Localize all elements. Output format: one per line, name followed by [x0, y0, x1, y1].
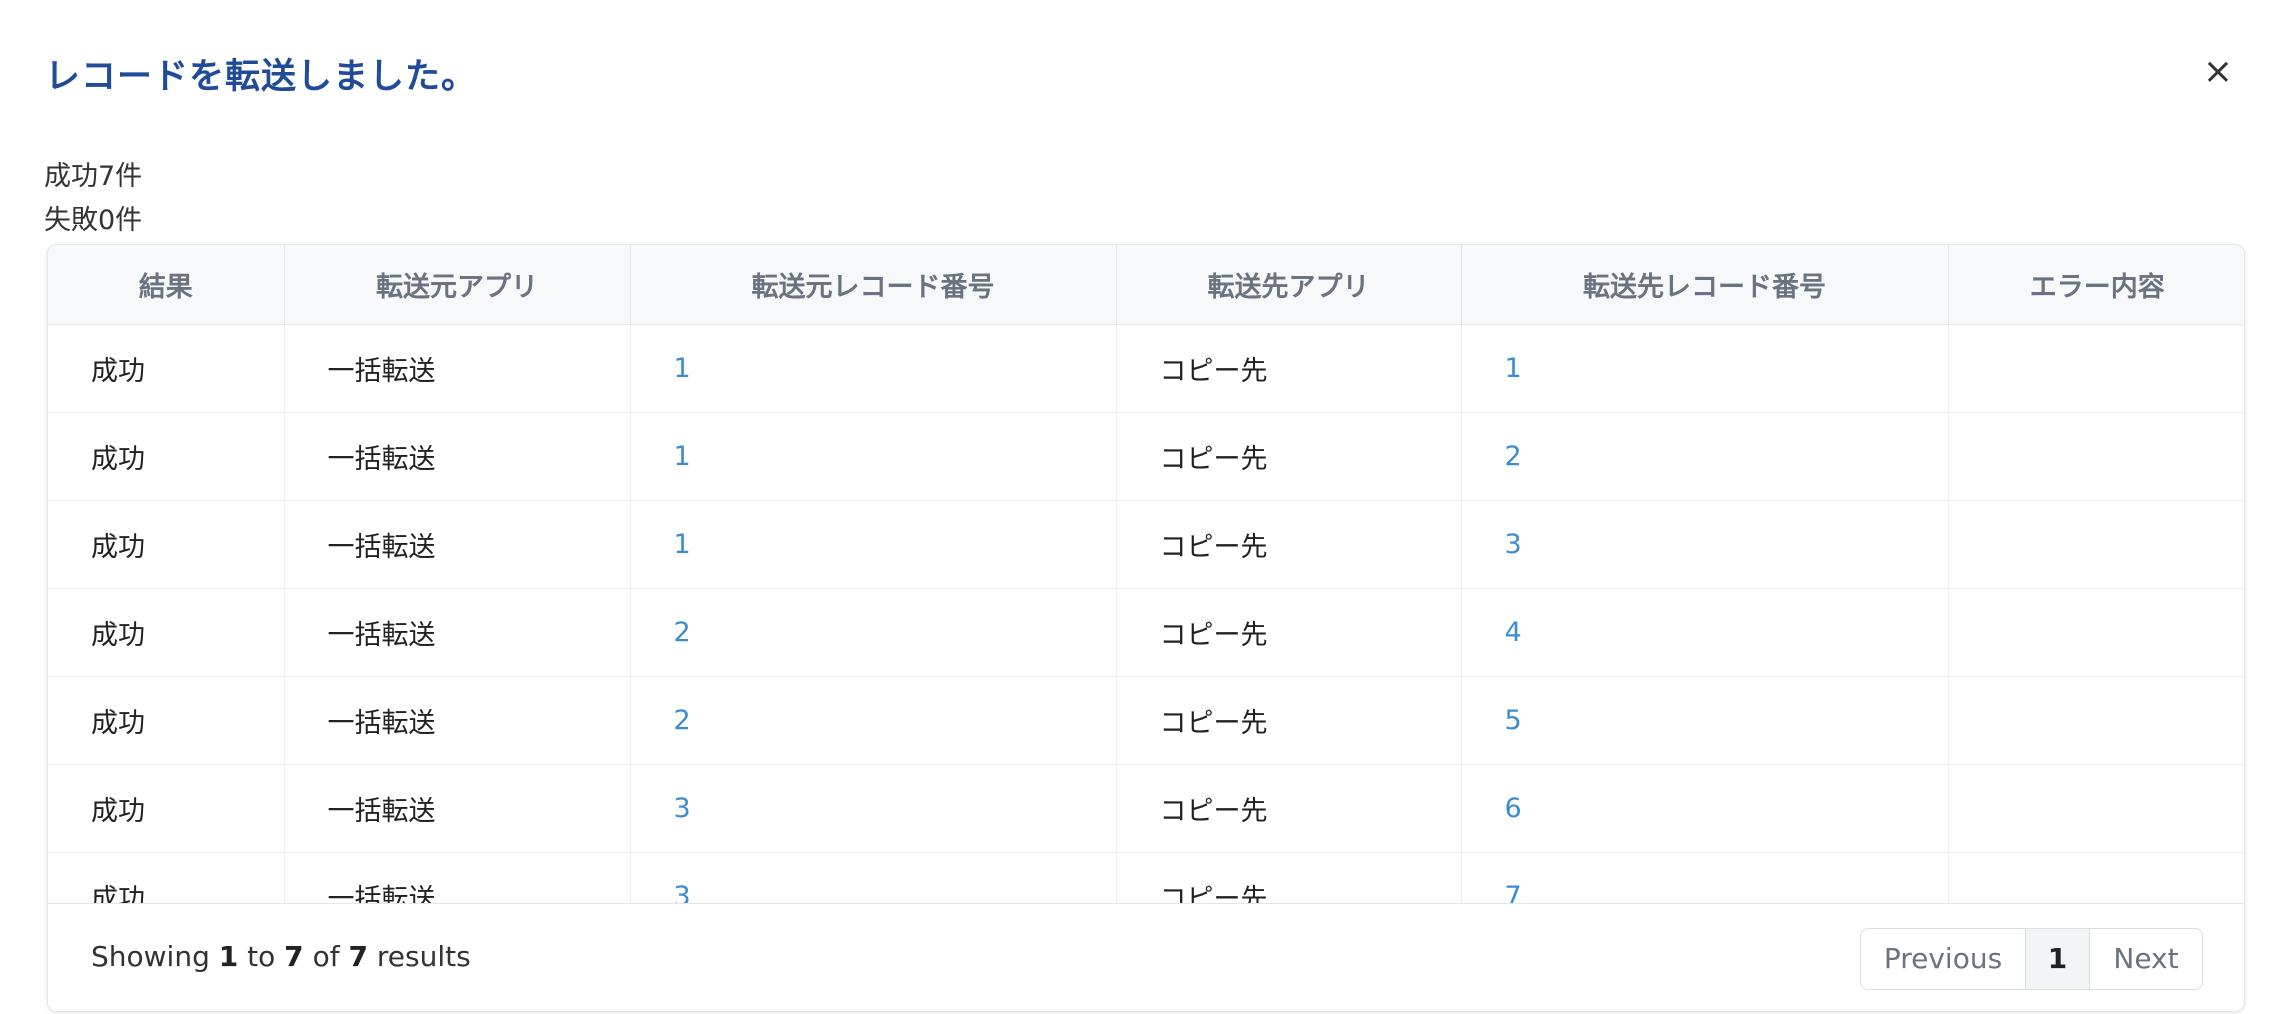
cell-error — [1948, 852, 2244, 903]
dest-record-link[interactable]: 7 — [1461, 852, 1949, 903]
showing-of-word: of — [312, 940, 340, 973]
source-record-link[interactable]: 1 — [630, 412, 1117, 501]
column-header-error: エラー内容 — [1948, 245, 2244, 325]
results-table-scroll[interactable]: 結果 転送元アプリ 転送元レコード番号 転送先アプリ 転送先レコード番号 エラー… — [48, 245, 2244, 903]
cell-source-app: 一括転送 — [284, 764, 631, 853]
showing-from: 1 — [218, 940, 239, 973]
cell-source-app: 一括転送 — [284, 676, 631, 765]
dest-record-link[interactable]: 2 — [1461, 412, 1949, 501]
table-row: 成功 一括転送 1 コピー先 1 — [48, 324, 2244, 413]
table-row: 成功 一括転送 1 コピー先 3 — [48, 500, 2244, 589]
cell-dest-app: コピー先 — [1116, 764, 1462, 853]
table-header-row: 結果 転送元アプリ 転送元レコード番号 転送先アプリ 転送先レコード番号 エラー… — [48, 245, 2244, 325]
success-count: 成功7件 — [44, 161, 143, 192]
source-record-link[interactable]: 1 — [630, 324, 1117, 413]
showing-results-word: results — [376, 940, 471, 973]
results-table-card: 結果 転送元アプリ 転送元レコード番号 転送先アプリ 転送先レコード番号 エラー… — [47, 244, 2245, 1012]
column-header-source-record: 転送元レコード番号 — [630, 245, 1117, 325]
cell-result: 成功 — [48, 764, 285, 853]
cell-source-app: 一括転送 — [284, 588, 631, 677]
showing-to: 7 — [284, 940, 304, 973]
dialog-title: レコードを転送しました。 — [45, 57, 478, 97]
column-header-dest-record: 転送先レコード番号 — [1461, 245, 1949, 325]
column-header-result: 結果 — [48, 245, 285, 325]
close-icon[interactable]: × — [2198, 52, 2238, 92]
dest-record-link[interactable]: 4 — [1461, 588, 1949, 677]
column-header-dest-app: 転送先アプリ — [1116, 245, 1462, 325]
dest-record-link[interactable]: 3 — [1461, 500, 1949, 589]
cell-result: 成功 — [48, 500, 285, 589]
cell-dest-app: コピー先 — [1116, 324, 1462, 413]
failure-count: 失敗0件 — [44, 205, 143, 236]
cell-source-app: 一括転送 — [284, 500, 631, 589]
results-table: 結果 転送元アプリ 転送元レコード番号 転送先アプリ 転送先レコード番号 エラー… — [48, 245, 2244, 903]
table-footer: Showing 1 to 7 of 7 results Previous 1 N… — [48, 903, 2244, 1011]
source-record-link[interactable]: 3 — [630, 764, 1117, 853]
dest-record-link[interactable]: 1 — [1461, 324, 1949, 413]
cell-error — [1948, 764, 2244, 853]
cell-dest-app: コピー先 — [1116, 852, 1462, 903]
cell-source-app: 一括転送 — [284, 324, 631, 413]
showing-total: 7 — [348, 940, 368, 973]
source-record-link[interactable]: 2 — [630, 676, 1117, 765]
cell-result: 成功 — [48, 324, 285, 413]
table-row: 成功 一括転送 3 コピー先 7 — [48, 852, 2244, 903]
showing-prefix: Showing — [91, 940, 210, 973]
showing-to-word: to — [247, 940, 276, 973]
table-row: 成功 一括転送 3 コピー先 6 — [48, 764, 2244, 853]
table-row: 成功 一括転送 1 コピー先 2 — [48, 412, 2244, 501]
cell-error — [1948, 324, 2244, 413]
cell-error — [1948, 412, 2244, 501]
showing-results-text: Showing 1 to 7 of 7 results — [91, 940, 471, 973]
pagination: Previous 1 Next — [1860, 928, 2203, 990]
cell-source-app: 一括転送 — [284, 412, 631, 501]
cell-error — [1948, 500, 2244, 589]
cell-error — [1948, 676, 2244, 765]
cell-dest-app: コピー先 — [1116, 500, 1462, 589]
source-record-link[interactable]: 3 — [630, 852, 1117, 903]
cell-dest-app: コピー先 — [1116, 588, 1462, 677]
column-header-source-app: 転送元アプリ — [284, 245, 631, 325]
next-page-button[interactable]: Next — [2090, 929, 2202, 989]
dest-record-link[interactable]: 5 — [1461, 676, 1949, 765]
cell-dest-app: コピー先 — [1116, 676, 1462, 765]
cell-result: 成功 — [48, 852, 285, 903]
source-record-link[interactable]: 1 — [630, 500, 1117, 589]
cell-result: 成功 — [48, 676, 285, 765]
dest-record-link[interactable]: 6 — [1461, 764, 1949, 853]
table-row: 成功 一括転送 2 コピー先 5 — [48, 676, 2244, 765]
transfer-result-dialog: レコードを転送しました。 × 成功7件 失敗0件 結果 転送元アプリ 転送元レコ… — [0, 0, 2286, 1014]
table-row: 成功 一括転送 2 コピー先 4 — [48, 588, 2244, 677]
cell-result: 成功 — [48, 412, 285, 501]
result-summary: 成功7件 失敗0件 — [44, 155, 142, 243]
cell-dest-app: コピー先 — [1116, 412, 1462, 501]
cell-result: 成功 — [48, 588, 285, 677]
cell-error — [1948, 588, 2244, 677]
previous-page-button[interactable]: Previous — [1861, 929, 2026, 989]
page-1-button[interactable]: 1 — [2026, 929, 2090, 989]
cell-source-app: 一括転送 — [284, 852, 631, 903]
source-record-link[interactable]: 2 — [630, 588, 1117, 677]
